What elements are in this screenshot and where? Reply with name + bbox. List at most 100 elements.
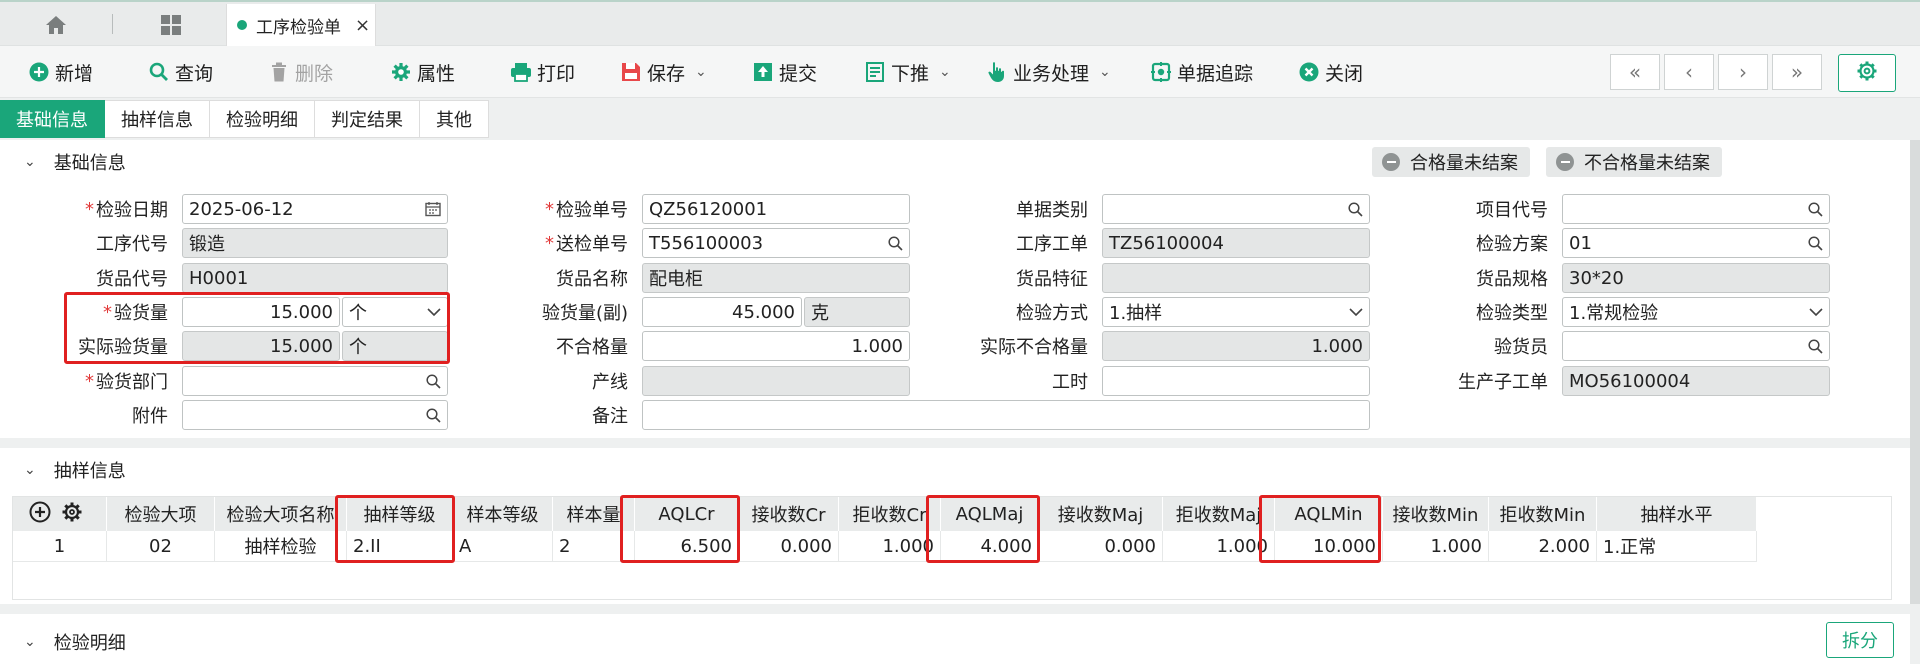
col-header-sample-grade[interactable]: 样本等级: [453, 497, 553, 531]
close-button[interactable]: 关闭: [1298, 56, 1363, 88]
chevron-down-icon[interactable]: ⌄: [695, 64, 707, 80]
submit-button[interactable]: 提交: [752, 56, 817, 88]
prev-record-button[interactable]: ‹: [1664, 54, 1714, 90]
col-header-aql-min[interactable]: AQLMin: [1275, 497, 1383, 531]
insp-qty-unit-select[interactable]: 个: [342, 297, 448, 327]
delete-button[interactable]: 删除: [268, 56, 333, 88]
work-hours-field[interactable]: [1102, 366, 1370, 396]
basic-info-header[interactable]: ⌄ 基础信息 合格量未结案 不合格量未结案: [0, 140, 1910, 184]
col-header-accept-min[interactable]: 接收数Min: [1383, 497, 1489, 531]
table-cell-sampling-level[interactable]: 1.正常: [1597, 531, 1757, 562]
item-code-field: H0001: [182, 263, 448, 293]
search-icon[interactable]: [426, 401, 441, 429]
tab-judgement-result[interactable]: 判定结果: [315, 100, 420, 138]
first-record-button[interactable]: «: [1610, 54, 1660, 90]
sampling-info-header[interactable]: ⌄ 抽样信息: [0, 448, 1910, 492]
col-header-accept-cr[interactable]: 接收数Cr: [739, 497, 839, 531]
table-cell-aql-min[interactable]: 10.000: [1275, 531, 1383, 562]
table-cell-aql-cr[interactable]: 6.500: [635, 531, 739, 562]
col-header-item-name[interactable]: 检验大项名称: [215, 497, 347, 531]
table-cell-item-name[interactable]: 抽样检验: [215, 531, 347, 562]
table-cell-accept-cr[interactable]: 0.000: [739, 531, 839, 562]
col-header-aql-maj[interactable]: AQLMaj: [941, 497, 1039, 531]
tab-inspection-detail[interactable]: 检验明细: [210, 100, 315, 138]
ng-unclosed-tag[interactable]: 不合格量未结案: [1546, 147, 1722, 177]
search-icon[interactable]: [888, 229, 903, 257]
col-header-item[interactable]: 检验大项: [107, 497, 215, 531]
calendar-icon[interactable]: [425, 195, 441, 223]
table-cell-sampling-grade[interactable]: 2.II: [347, 531, 453, 562]
search-icon[interactable]: [1808, 229, 1823, 257]
close-tab-icon[interactable]: ×: [355, 15, 370, 36]
send-no-field[interactable]: T556100003: [642, 228, 910, 258]
search-icon[interactable]: [1348, 195, 1363, 223]
double-chevron-left-icon: «: [1628, 60, 1642, 84]
col-header-reject-cr[interactable]: 拒收数Cr: [839, 497, 941, 531]
settings-button[interactable]: [1838, 54, 1896, 92]
col-header-reject-min[interactable]: 拒收数Min: [1489, 497, 1597, 531]
toolbar: 新增 查询 删除 属性 打印 保存 ⌄ 提交 下推 ⌄ 业务处理 ⌄ 单据追踪: [0, 46, 1920, 98]
row-number: 1: [13, 531, 107, 562]
save-button[interactable]: 保存 ⌄: [620, 56, 707, 88]
tab-process-inspection[interactable]: 工序检验单 ×: [226, 4, 376, 46]
attachment-field[interactable]: [182, 400, 448, 430]
table-cell-accept-min[interactable]: 1.000: [1383, 531, 1489, 562]
business-button[interactable]: 业务处理 ⌄: [986, 56, 1111, 88]
search-icon[interactable]: [426, 367, 441, 395]
chevron-down-icon[interactable]: ⌄: [939, 64, 951, 80]
inspector-field[interactable]: [1562, 331, 1830, 361]
chevron-down-icon: ⌄: [24, 154, 36, 170]
apps-grid-icon[interactable]: [155, 12, 187, 38]
track-button[interactable]: 单据追踪: [1150, 56, 1253, 88]
item-name-label: 货品名称: [556, 269, 628, 290]
doc-type-field[interactable]: [1102, 194, 1370, 224]
new-button[interactable]: 新增: [28, 56, 93, 88]
push-down-button[interactable]: 下推 ⌄: [864, 56, 951, 88]
insp-qty2-field[interactable]: 45.000: [642, 297, 802, 327]
last-record-button[interactable]: »: [1772, 54, 1822, 90]
inspection-detail-header[interactable]: ⌄ 检验明细: [0, 620, 1910, 664]
table-cell-sample-size[interactable]: 2: [553, 531, 635, 562]
properties-button[interactable]: 属性: [390, 56, 455, 88]
add-row-icon[interactable]: [29, 501, 51, 528]
table-cell-sample-grade[interactable]: A: [453, 531, 553, 562]
ng-qty-field[interactable]: 1.000: [642, 331, 910, 361]
query-button[interactable]: 查询: [148, 56, 213, 88]
col-header-sampling-level[interactable]: 抽样水平: [1597, 497, 1757, 531]
home-icon[interactable]: [40, 12, 72, 38]
print-button[interactable]: 打印: [510, 56, 575, 88]
insp-qty-field[interactable]: 15.000: [182, 297, 340, 327]
search-icon[interactable]: [1808, 332, 1823, 360]
next-record-button[interactable]: ›: [1718, 54, 1768, 90]
insp-plan-field[interactable]: 01: [1562, 228, 1830, 258]
insp-type-select[interactable]: 1.常规检验: [1562, 297, 1830, 327]
remark-field[interactable]: [642, 400, 1370, 430]
table-cell-reject-maj[interactable]: 1.000: [1163, 531, 1275, 562]
split-button[interactable]: 拆分: [1826, 622, 1894, 658]
line-label: 产线: [592, 372, 628, 393]
insp-date-field[interactable]: 2025-06-12: [182, 194, 448, 224]
search-icon[interactable]: [1808, 195, 1823, 223]
table-cell-accept-maj[interactable]: 0.000: [1039, 531, 1163, 562]
ok-unclosed-tag[interactable]: 合格量未结案: [1372, 147, 1530, 177]
table-cell-reject-cr[interactable]: 1.000: [839, 531, 941, 562]
tab-other[interactable]: 其他: [420, 100, 489, 138]
tab-sampling-info[interactable]: 抽样信息: [105, 100, 210, 138]
chevron-down-icon[interactable]: ⌄: [1099, 64, 1111, 80]
insp-no-field[interactable]: QZ56120001: [642, 194, 910, 224]
table-cell-reject-min[interactable]: 2.000: [1489, 531, 1597, 562]
col-header-accept-maj[interactable]: 接收数Maj: [1039, 497, 1163, 531]
project-code-field[interactable]: [1562, 194, 1830, 224]
col-header-sampling-grade[interactable]: 抽样等级: [347, 497, 453, 531]
col-header-sample-size[interactable]: 样本量: [553, 497, 635, 531]
tab-basic-info[interactable]: 基础信息: [0, 100, 105, 138]
grid-settings-gear-icon[interactable]: [61, 501, 83, 528]
table-cell-aql-maj[interactable]: 4.000: [941, 531, 1039, 562]
col-header-aql-cr[interactable]: AQLCr: [635, 497, 739, 531]
grid-tools-header: [13, 497, 107, 531]
insp-dept-field[interactable]: [182, 366, 448, 396]
vertical-scrollbar[interactable]: [1910, 140, 1920, 604]
insp-method-select[interactable]: 1.抽样: [1102, 297, 1370, 327]
col-header-reject-maj[interactable]: 拒收数Maj: [1163, 497, 1275, 531]
table-cell-item[interactable]: 02: [107, 531, 215, 562]
